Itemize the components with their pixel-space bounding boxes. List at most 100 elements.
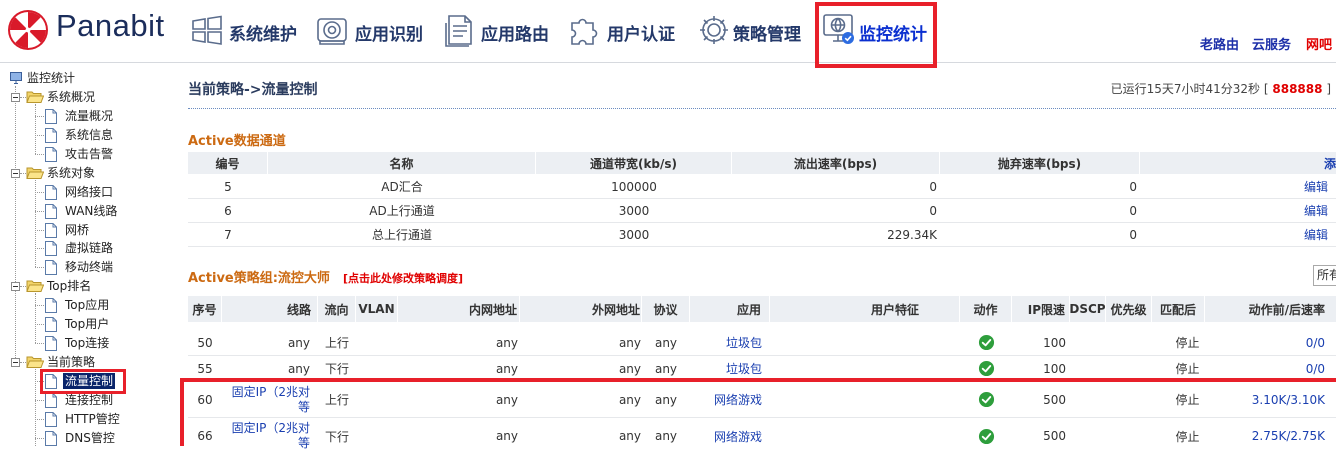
rule-user-feature <box>770 330 960 355</box>
column-header: 编号 <box>188 152 268 174</box>
sidebar-item-top-apps[interactable]: Top应用 <box>65 297 109 313</box>
rule-app-link[interactable]: 垃圾包 <box>690 330 770 355</box>
table-row[interactable]: 50 any 上行 any any any 垃圾包 100 停止 0/0 <box>188 330 1336 356</box>
column-header: 应用 <box>690 296 770 322</box>
rule-rate-link[interactable]: 3.10K/3.10K <box>1205 382 1336 417</box>
nav-user-authentication[interactable]: 用户认证 <box>568 0 680 62</box>
sidebar-item-system-info[interactable]: 系统信息 <box>65 127 113 143</box>
sidebar-group-system-objects[interactable]: 系统对象 <box>47 165 95 181</box>
sidebar-item-dns-control[interactable]: DNS管控 <box>65 430 115 446</box>
channel-id: 5 <box>224 179 232 194</box>
sidebar-group-system-overview[interactable]: 系统概况 <box>47 89 95 105</box>
rule-protocol: any <box>654 361 678 376</box>
page-icon <box>44 185 57 200</box>
rule-app-link[interactable]: 网络游戏 <box>690 418 770 454</box>
page-icon <box>44 336 57 351</box>
sidebar-item-mobile-terminals[interactable]: 移动终端 <box>65 259 113 275</box>
tree-connector <box>35 324 44 325</box>
column-header: IP限速 <box>1012 296 1070 322</box>
sidebar-item-http-control[interactable]: HTTP管控 <box>65 411 120 427</box>
rule-protocol: any <box>654 392 678 407</box>
channel-id: 6 <box>224 203 232 218</box>
puzzle-piece-icon <box>571 18 598 45</box>
column-header: VLAN <box>356 296 398 322</box>
cloud-service-link[interactable]: 云服务 <box>1252 34 1291 53</box>
nav-app-routing[interactable]: 应用路由 <box>443 0 553 62</box>
sidebar-group-current-policy[interactable]: 当前策略 <box>47 354 95 370</box>
sidebar-item-connection-control[interactable]: 连接控制 <box>65 392 113 408</box>
channels-table-header: 编号 名称 通道带宽(kb/s) 流出速率(bps) 抛弃速率(bps) 添 <box>188 152 1336 174</box>
rule-direction: 上行 <box>324 393 349 407</box>
rule-rate-link[interactable]: 2.75K/2.75K <box>1205 418 1336 454</box>
policy-filter-select[interactable]: 所有 <box>1313 265 1336 286</box>
sidebar-item-top-users[interactable]: Top用户 <box>65 316 109 332</box>
rule-rate-link[interactable]: 0/0 <box>1205 356 1336 381</box>
old-router-link[interactable]: 老路由 <box>1200 34 1239 53</box>
windows-tiles-icon <box>192 15 222 45</box>
sidebar-item-wan-lines[interactable]: WAN线路 <box>65 203 117 219</box>
edit-channel-link[interactable]: 编辑 <box>1140 199 1336 222</box>
sidebar-item-attack-alerts[interactable]: 攻击告警 <box>65 146 113 162</box>
channel-bandwidth: 100000 <box>611 179 657 194</box>
rule-line: any <box>287 361 310 376</box>
internet-cafe-link[interactable]: 网吧 <box>1306 34 1336 53</box>
rule-seq: 60 <box>197 392 213 407</box>
tree-connector <box>35 116 44 117</box>
tree-connector <box>35 135 44 136</box>
sidebar-root-label[interactable]: 监控统计 <box>27 70 75 86</box>
policy-table-header: 序号 线路 流向 VLAN 内网地址 外网地址 协议 应用 用户特征 动作 IP… <box>188 296 1336 322</box>
sidebar-item-traffic-control[interactable]: 流量控制 <box>63 373 116 389</box>
table-row[interactable]: 66 固定IP（2兆对等 下行 any any any 网络游戏 500 停止 … <box>188 418 1336 454</box>
rule-line-link[interactable]: 固定IP（2兆对等 <box>228 385 310 415</box>
page-icon <box>44 109 57 124</box>
uptime-text: 已运行15天7小时41分32秒 <box>1110 82 1261 96</box>
brand-name: Panabit <box>56 8 165 43</box>
collapse-toggle-icon[interactable] <box>11 282 20 291</box>
page-icon <box>44 298 57 313</box>
column-header: 名称 <box>268 152 536 174</box>
nav-policy-management[interactable]: 策略管理 <box>697 0 805 62</box>
nav-app-identification[interactable]: 应用识别 <box>315 0 427 62</box>
nav-label: 用户认证 <box>607 25 675 44</box>
sidebar-item-top-connections[interactable]: Top连接 <box>65 335 109 351</box>
sidebar-item-network-interfaces[interactable]: 网络接口 <box>65 184 113 200</box>
edit-channel-link[interactable]: 编辑 <box>1140 223 1336 246</box>
license-serial: 888888 <box>1272 82 1323 96</box>
rule-dscp <box>1070 330 1106 355</box>
rule-ip-limit: 100 <box>1043 361 1066 376</box>
sidebar-item-virtual-links[interactable]: 虚拟链路 <box>65 240 113 256</box>
edit-policy-schedule-link[interactable]: [点击此处修改策略调度] <box>343 270 463 286</box>
tree-connector <box>35 104 36 154</box>
rule-app-link[interactable]: 网络游戏 <box>690 382 770 417</box>
nav-monitoring-statistics[interactable]: 监控统计 <box>822 0 932 62</box>
document-route-icon <box>445 15 472 47</box>
tree-connector <box>35 248 44 249</box>
page-icon <box>44 147 57 162</box>
rule-dscp <box>1070 418 1106 454</box>
rule-rate-link[interactable]: 0/0 <box>1205 330 1336 355</box>
page-icon <box>44 431 57 446</box>
collapse-toggle-icon[interactable] <box>11 169 20 178</box>
page-icon <box>44 412 57 427</box>
table-row: 6 AD上行通道 3000 0 0 编辑 <box>188 199 1336 223</box>
rule-user-feature <box>770 382 960 417</box>
table-row[interactable]: 60 固定IP（2兆对等 上行 any any any 网络游戏 500 停止 … <box>188 382 1336 418</box>
sidebar-item-bridge[interactable]: 网桥 <box>65 222 89 238</box>
rule-vlan <box>356 356 398 381</box>
rule-ip-limit: 100 <box>1043 335 1066 350</box>
tree-connector <box>35 305 44 306</box>
rule-action <box>960 330 1012 355</box>
add-channel-link[interactable]: 添 <box>1140 152 1336 174</box>
collapse-toggle-icon[interactable] <box>11 93 20 102</box>
sidebar-group-top-ranking[interactable]: Top排名 <box>47 278 91 294</box>
column-header: 内网地址 <box>398 296 520 322</box>
rule-inner-address: any <box>495 429 518 443</box>
nav-system-maintenance[interactable]: 系统维护 <box>190 0 300 62</box>
table-row[interactable]: 55 any 下行 any any any 垃圾包 100 停止 0/0 <box>188 356 1336 382</box>
edit-channel-link[interactable]: 编辑 <box>1140 175 1336 198</box>
green-check-icon <box>978 334 995 351</box>
collapse-toggle-icon[interactable] <box>11 358 20 367</box>
rule-line-link[interactable]: 固定IP（2兆对等 <box>228 421 310 451</box>
rule-app-link[interactable]: 垃圾包 <box>690 356 770 381</box>
sidebar-item-traffic-overview[interactable]: 流量概况 <box>65 108 113 124</box>
